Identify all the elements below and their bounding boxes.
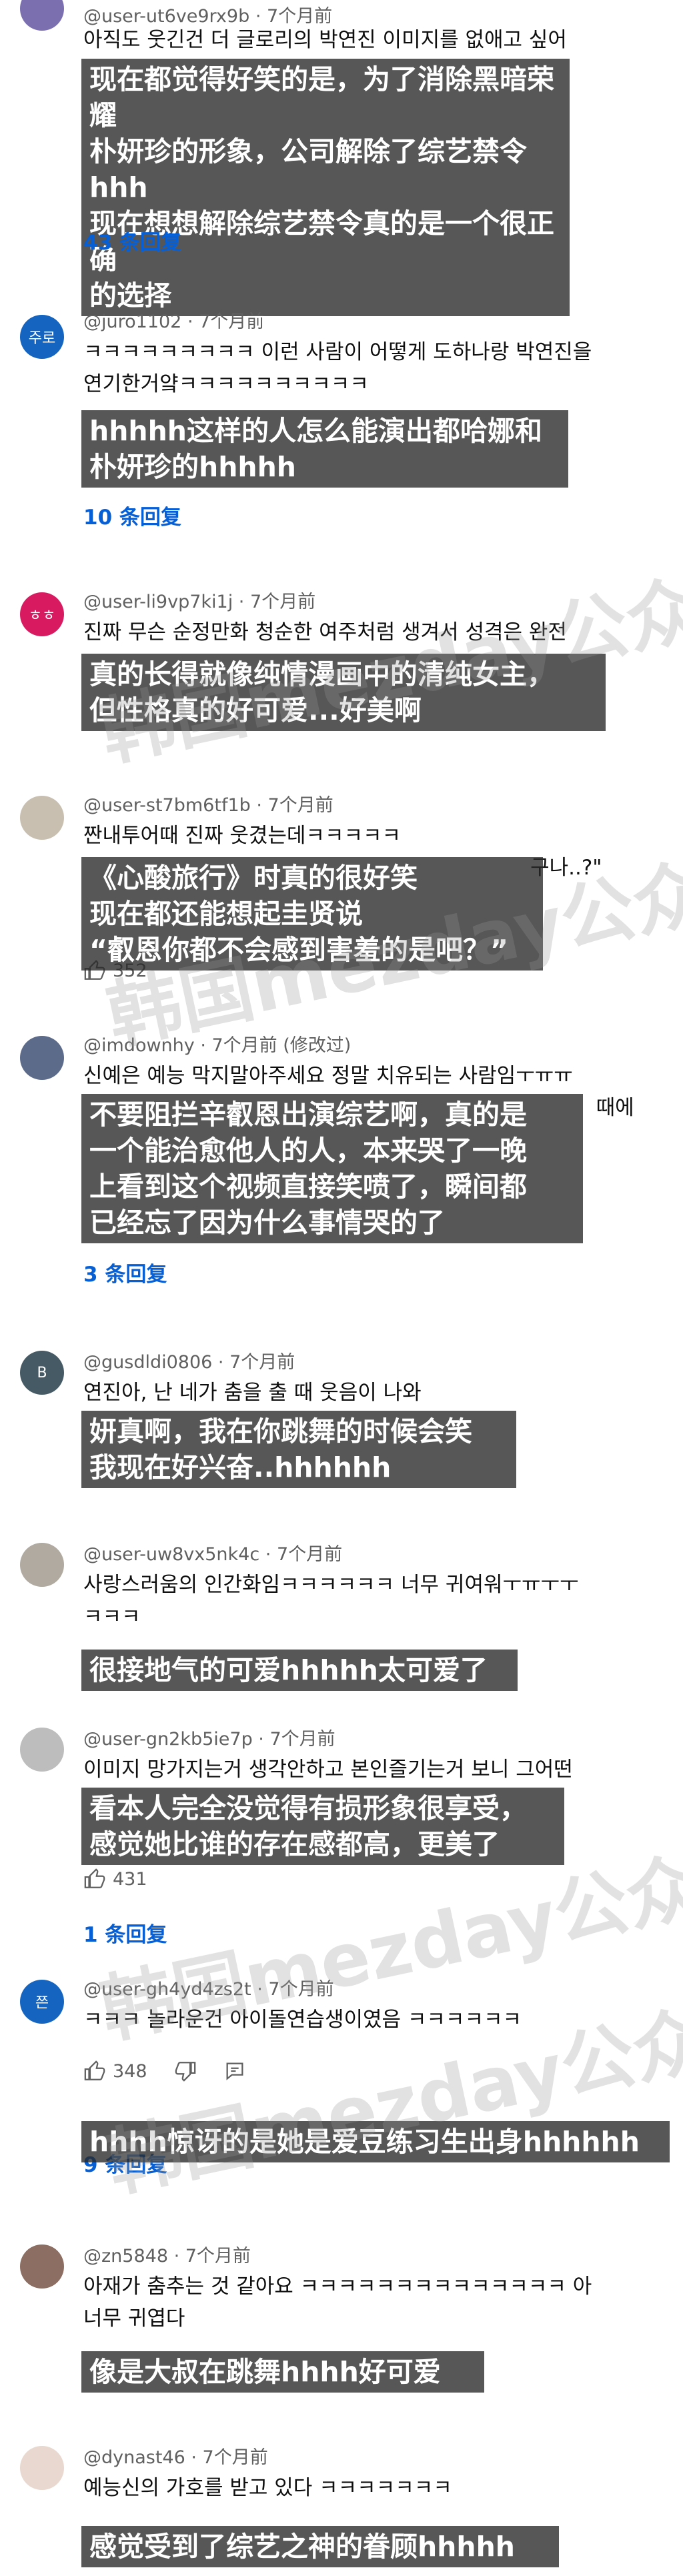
comment-text: ㅋㅋㅋ 놀라운건 아이돌연습생이였음 ㅋㅋㅋㅋㅋㅋ	[83, 2008, 522, 2032]
comment-username[interactable]: @dynast46	[83, 2447, 185, 2468]
thumbs-down-icon	[175, 2062, 195, 2082]
avatar[interactable]: B	[20, 1351, 64, 1395]
translation-overlay: 现在都觉得好笑的是，为了消除黑暗荣耀 朴妍珍的形象，公司解除了综艺禁令hhh 现…	[81, 59, 570, 316]
comment-username[interactable]: @user-li9vp7ki1j	[83, 592, 233, 612]
comment-time: 7个月前	[185, 2246, 251, 2267]
comment-text: 예능신의 가호를 받고 있다 ㅋㅋㅋㅋㅋㅋㅋ	[83, 2476, 452, 2500]
watermark: 韩国mezday公众号	[99, 1981, 683, 2207]
comment-username[interactable]: @user-uw8vx5nk4c	[83, 1544, 259, 1565]
comment-username[interactable]: @juro1102	[83, 311, 181, 332]
like-button[interactable]: 348	[83, 2060, 147, 2082]
comment-meta: @user-st7bm6tf1b · 7个月前	[83, 795, 333, 816]
comment-meta: @user-li9vp7ki1j · 7个月前	[83, 592, 316, 612]
comment-time: 7个月前	[199, 311, 265, 332]
avatar[interactable]	[20, 1036, 64, 1080]
replies-button[interactable]: 43 条回复	[83, 225, 181, 255]
comment-text: 사랑스러움의 인간화임ㅋㅋㅋㅋㅋㅋ 너무 귀여워ㅜㅠㅜㅜ ㅋㅋㅋ	[83, 1573, 579, 1629]
like-button[interactable]: 431	[83, 1868, 147, 1890]
translation-overlay: 看本人完全没觉得有损形象很享受， 感觉她比谁的存在感都高，更美了	[81, 1788, 564, 1865]
thumbs-up-icon	[84, 1868, 105, 1888]
comment-username[interactable]: @user-st7bm6tf1b	[83, 795, 251, 816]
dislike-button[interactable]	[174, 2060, 197, 2082]
like-count: 431	[113, 1868, 147, 1890]
comment-text: 아재가 춤추는 것 같아요 ㅋㅋㅋㅋㅋㅋㅋㅋㅋㅋㅋㅋㅋㅋ 아 너무 귀엽다	[83, 2275, 592, 2331]
like-count: 348	[113, 2060, 147, 2082]
comment-time: 7个月前	[276, 1544, 343, 1565]
replies-button[interactable]: 10 条回复	[83, 500, 181, 530]
comment-meta: @user-gh4yd4zs2t · 7个月前	[83, 1979, 334, 2000]
comment-username[interactable]: @imdownhy	[83, 1035, 195, 1056]
translation-overlay: 真的长得就像纯情漫画中的清纯女主， 但性格真的好可爱...好美啊	[81, 654, 606, 731]
comment-text: 연진아, 난 네가 춤을 출 때 웃음이 나와	[83, 1381, 422, 1405]
comment-meta: @imdownhy · 7个月前 (修改过)	[83, 1035, 352, 1056]
reply-button[interactable]	[223, 2060, 246, 2082]
comment-actions: 431	[83, 1866, 174, 1892]
comment-meta: @user-uw8vx5nk4c · 7个月前	[83, 1544, 343, 1565]
avatar[interactable]: 주로	[20, 315, 64, 359]
translation-overlay: hhhhh这样的人怎么能演出都哈娜和 朴妍珍的hhhhh	[81, 410, 568, 488]
comment-meta: @juro1102 · 7个月前	[83, 311, 265, 332]
comment-username[interactable]: @user-gh4yd4zs2t	[83, 1979, 251, 2000]
translation-overlay: 很接地气的可爱hhhhh太可爱了	[81, 1650, 518, 1691]
comment-text: 진짜 무슨 순정만화 청순한 여주처럼 생겨서 성격은 완전	[83, 620, 567, 644]
comment-time: 7个月前	[268, 1979, 334, 2000]
comment-username[interactable]: @user-gn2kb5ie7p	[83, 1729, 253, 1750]
comment-time: 7个月前	[267, 795, 333, 816]
translation-overlay: 妍真啊，我在你跳舞的时候会笑 我现在好兴奋..hhhhhh	[81, 1411, 516, 1488]
comment-username[interactable]: @gusdldi0806	[83, 1352, 212, 1373]
comment-time: 7个月前	[202, 2447, 268, 2468]
comment-text: ㅋㅋㅋㅋㅋㅋㅋㅋㅋ 이런 사람이 어떻게 도하나랑 박연진을 연기한거얔ㅋㅋㅋㅋ…	[83, 340, 592, 396]
comment-time: 7个月前	[229, 1352, 295, 1373]
comment-meta: @user-gn2kb5ie7p · 7个月前	[83, 1729, 335, 1750]
replies-button[interactable]: 3 条回复	[83, 1257, 167, 1287]
avatar[interactable]	[20, 2446, 64, 2490]
comment-username[interactable]: @zn5848	[83, 2246, 168, 2267]
comment-time: 7个月前	[269, 1729, 335, 1750]
translation-overlay: 《心酸旅行》时真的很好笑 现在都还能想起圭贤说 “叡恩你都不会感到害羞的是吧？”	[81, 857, 543, 971]
avatar[interactable]	[20, 2244, 64, 2289]
comment-time: 7个月前 (修改过)	[211, 1035, 352, 1056]
avatar[interactable]: ㅎㅎ	[20, 592, 64, 636]
comment-meta: @zn5848 · 7个月前	[83, 2246, 251, 2267]
avatar[interactable]: 쯘	[20, 1980, 64, 2024]
translation-overlay: 感觉受到了综艺之神的眷顾hhhhh	[81, 2526, 559, 2567]
comment-text: 이미지 망가지는거 생각안하고 본인즐기는거 보니 그어떤	[83, 1758, 573, 1782]
avatar[interactable]	[20, 1543, 64, 1587]
translation-overlay: 像是大叔在跳舞hhhh好可爱	[81, 2351, 484, 2393]
comment-time: 7个月前	[249, 592, 316, 612]
translation-overlay: hhhh惊讶的是她是爱豆练习生出身hhhhhh	[81, 2121, 670, 2162]
avatar[interactable]	[20, 0, 64, 31]
thumbs-up-icon	[84, 2060, 105, 2080]
avatar[interactable]	[20, 1728, 64, 1772]
translation-overlay: 不要阻拦辛叡恩出演综艺啊，真的是 一个能治愈他人的人，本来哭了一晚 上看到这个视…	[81, 1094, 583, 1243]
avatar[interactable]	[20, 796, 64, 840]
replies-button[interactable]: 1 条回复	[83, 1918, 167, 1948]
reply-icon	[226, 2062, 243, 2080]
comment-meta: @gusdldi0806 · 7个月前	[83, 1352, 295, 1373]
comment-meta: @dynast46 · 7个月前	[83, 2447, 268, 2468]
comment-text: 아직도 웃긴건 더 글로리의 박연진 이미지를 없애고 싶어	[83, 28, 567, 52]
comment-actions: 348	[83, 2058, 273, 2084]
